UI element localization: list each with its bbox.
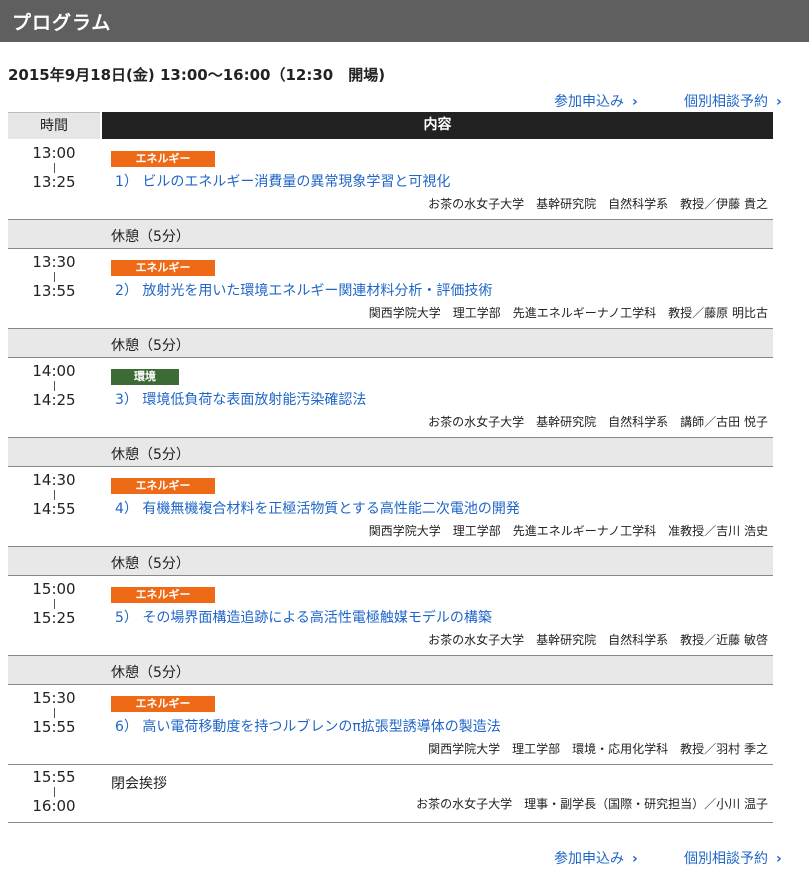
time-separator [53, 381, 55, 391]
time-separator [53, 708, 55, 718]
chevron-right-icon: › [632, 94, 638, 110]
session-title-link[interactable]: 4） 有機無機複合材料を正極活物質とする高性能二次電池の開発 [115, 498, 520, 518]
end-time: 15:55 [32, 718, 76, 736]
start-time: 15:00 [32, 580, 76, 598]
session-row: 13:30 13:55 エネルギー 2） 放射光を用いた環境エネルギー関連材料分… [8, 249, 773, 329]
session-row: 13:00 13:25 エネルギー 1） ビルのエネルギー消費量の異常現象学習と… [8, 140, 773, 220]
consult-link-label: 個別相談予約 [684, 94, 768, 110]
session-speaker: 関西学院大学 理工学部 先進エネルギーナノ工学科 准教授／吉川 浩史 [368, 524, 768, 538]
end-time: 13:25 [32, 173, 76, 191]
program-table: 時間 内容 13:00 13:25 エネルギー 1） ビルのエネルギー消費量の異… [8, 112, 773, 823]
end-time: 15:25 [32, 609, 76, 627]
end-time: 14:25 [32, 391, 76, 409]
category-tag-energy: エネルギー [111, 151, 215, 167]
session-title-link[interactable]: 2） 放射光を用いた環境エネルギー関連材料分析・評価技術 [115, 280, 492, 300]
session-speaker: お茶の水女子大学 基幹研究院 自然科学系 講師／古田 悦子 [428, 415, 768, 429]
apply-link-bottom[interactable]: 参加申込み › [554, 848, 638, 868]
end-time: 13:55 [32, 282, 76, 300]
time-separator [53, 787, 55, 797]
category-tag-environment: 環境 [111, 369, 179, 385]
apply-link-top[interactable]: 参加申込み › [554, 91, 638, 111]
session-time: 15:00 15:25 [8, 580, 100, 628]
session-title-link[interactable]: 3） 環境低負荷な表面放射能汚染確認法 [115, 389, 366, 409]
break-label: 休憩（5分） [111, 556, 190, 572]
end-time: 14:55 [32, 500, 76, 518]
time-separator [53, 163, 55, 173]
session-row: 15:00 15:25 エネルギー 5） その場界面構造追跡による高活性電極触媒… [8, 576, 773, 656]
break-row: 休憩（5分） [8, 656, 773, 685]
break-row: 休憩（5分） [8, 329, 773, 358]
column-header-content: 内容 [102, 112, 773, 139]
session-time: 13:30 13:55 [8, 253, 100, 301]
session-time: 15:55 16:00 [8, 768, 100, 816]
start-time: 13:30 [32, 253, 76, 271]
break-label: 休憩（5分） [111, 229, 190, 245]
session-time: 13:00 13:25 [8, 144, 100, 192]
session-row: 14:30 14:55 エネルギー 4） 有機無機複合材料を正極活物質とする高性… [8, 467, 773, 547]
chevron-right-icon: › [776, 851, 782, 867]
time-separator [53, 599, 55, 609]
time-separator [53, 490, 55, 500]
break-label: 休憩（5分） [111, 665, 190, 681]
break-label: 休憩（5分） [111, 338, 190, 354]
break-label: 休憩（5分） [111, 447, 190, 463]
column-header-time: 時間 [8, 112, 100, 139]
start-time: 15:55 [32, 768, 76, 786]
event-date: 2015年9月18日(金) 13:00〜16:00（12:30 開場) [8, 66, 386, 84]
start-time: 15:30 [32, 689, 76, 707]
session-time: 15:30 15:55 [8, 689, 100, 737]
category-tag-energy: エネルギー [111, 260, 215, 276]
header-bar: プログラム [0, 0, 809, 42]
closing-title: 閉会挨拶 [111, 776, 167, 792]
category-tag-energy: エネルギー [111, 478, 215, 494]
chevron-right-icon: › [776, 94, 782, 110]
session-speaker: 関西学院大学 理工学部 環境・応用化学科 教授／羽村 季之 [428, 742, 768, 756]
session-time: 14:00 14:25 [8, 362, 100, 410]
session-time: 14:30 14:55 [8, 471, 100, 519]
session-title-link[interactable]: 1） ビルのエネルギー消費量の異常現象学習と可視化 [115, 171, 450, 191]
session-speaker: お茶の水女子大学 基幹研究院 自然科学系 教授／近藤 敏啓 [428, 633, 768, 647]
end-time: 16:00 [32, 797, 76, 815]
category-tag-energy: エネルギー [111, 587, 215, 603]
chevron-right-icon: › [632, 851, 638, 867]
closing-row: 15:55 16:00 閉会挨拶 お茶の水女子大学 理事・副学長（国際・研究担当… [8, 765, 773, 823]
break-row: 休憩（5分） [8, 220, 773, 249]
session-title-link[interactable]: 5） その場界面構造追跡による高活性電極触媒モデルの構築 [115, 607, 492, 627]
consult-link-bottom[interactable]: 個別相談予約 › [684, 848, 782, 868]
start-time: 13:00 [32, 144, 76, 162]
session-speaker: お茶の水女子大学 基幹研究院 自然科学系 教授／伊藤 貴之 [428, 197, 768, 211]
apply-link-label: 参加申込み [554, 851, 624, 867]
category-tag-energy: エネルギー [111, 696, 215, 712]
consult-link-label: 個別相談予約 [684, 851, 768, 867]
table-header: 時間 内容 [8, 112, 773, 139]
start-time: 14:30 [32, 471, 76, 489]
start-time: 14:00 [32, 362, 76, 380]
session-row: 14:00 14:25 環境 3） 環境低負荷な表面放射能汚染確認法 お茶の水女… [8, 358, 773, 438]
apply-link-label: 参加申込み [554, 94, 624, 110]
closing-speaker: お茶の水女子大学 理事・副学長（国際・研究担当）／小川 温子 [416, 797, 768, 811]
session-title-link[interactable]: 6） 高い電荷移動度を持つルブレンのπ拡張型誘導体の製造法 [115, 716, 501, 736]
time-separator [53, 272, 55, 282]
page-title: プログラム [12, 12, 112, 34]
session-speaker: 関西学院大学 理工学部 先進エネルギーナノ工学科 教授／藤原 明比古 [368, 306, 768, 320]
break-row: 休憩（5分） [8, 438, 773, 467]
consult-link-top[interactable]: 個別相談予約 › [684, 91, 782, 111]
session-row: 15:30 15:55 エネルギー 6） 高い電荷移動度を持つルブレンのπ拡張型… [8, 685, 773, 765]
break-row: 休憩（5分） [8, 547, 773, 576]
